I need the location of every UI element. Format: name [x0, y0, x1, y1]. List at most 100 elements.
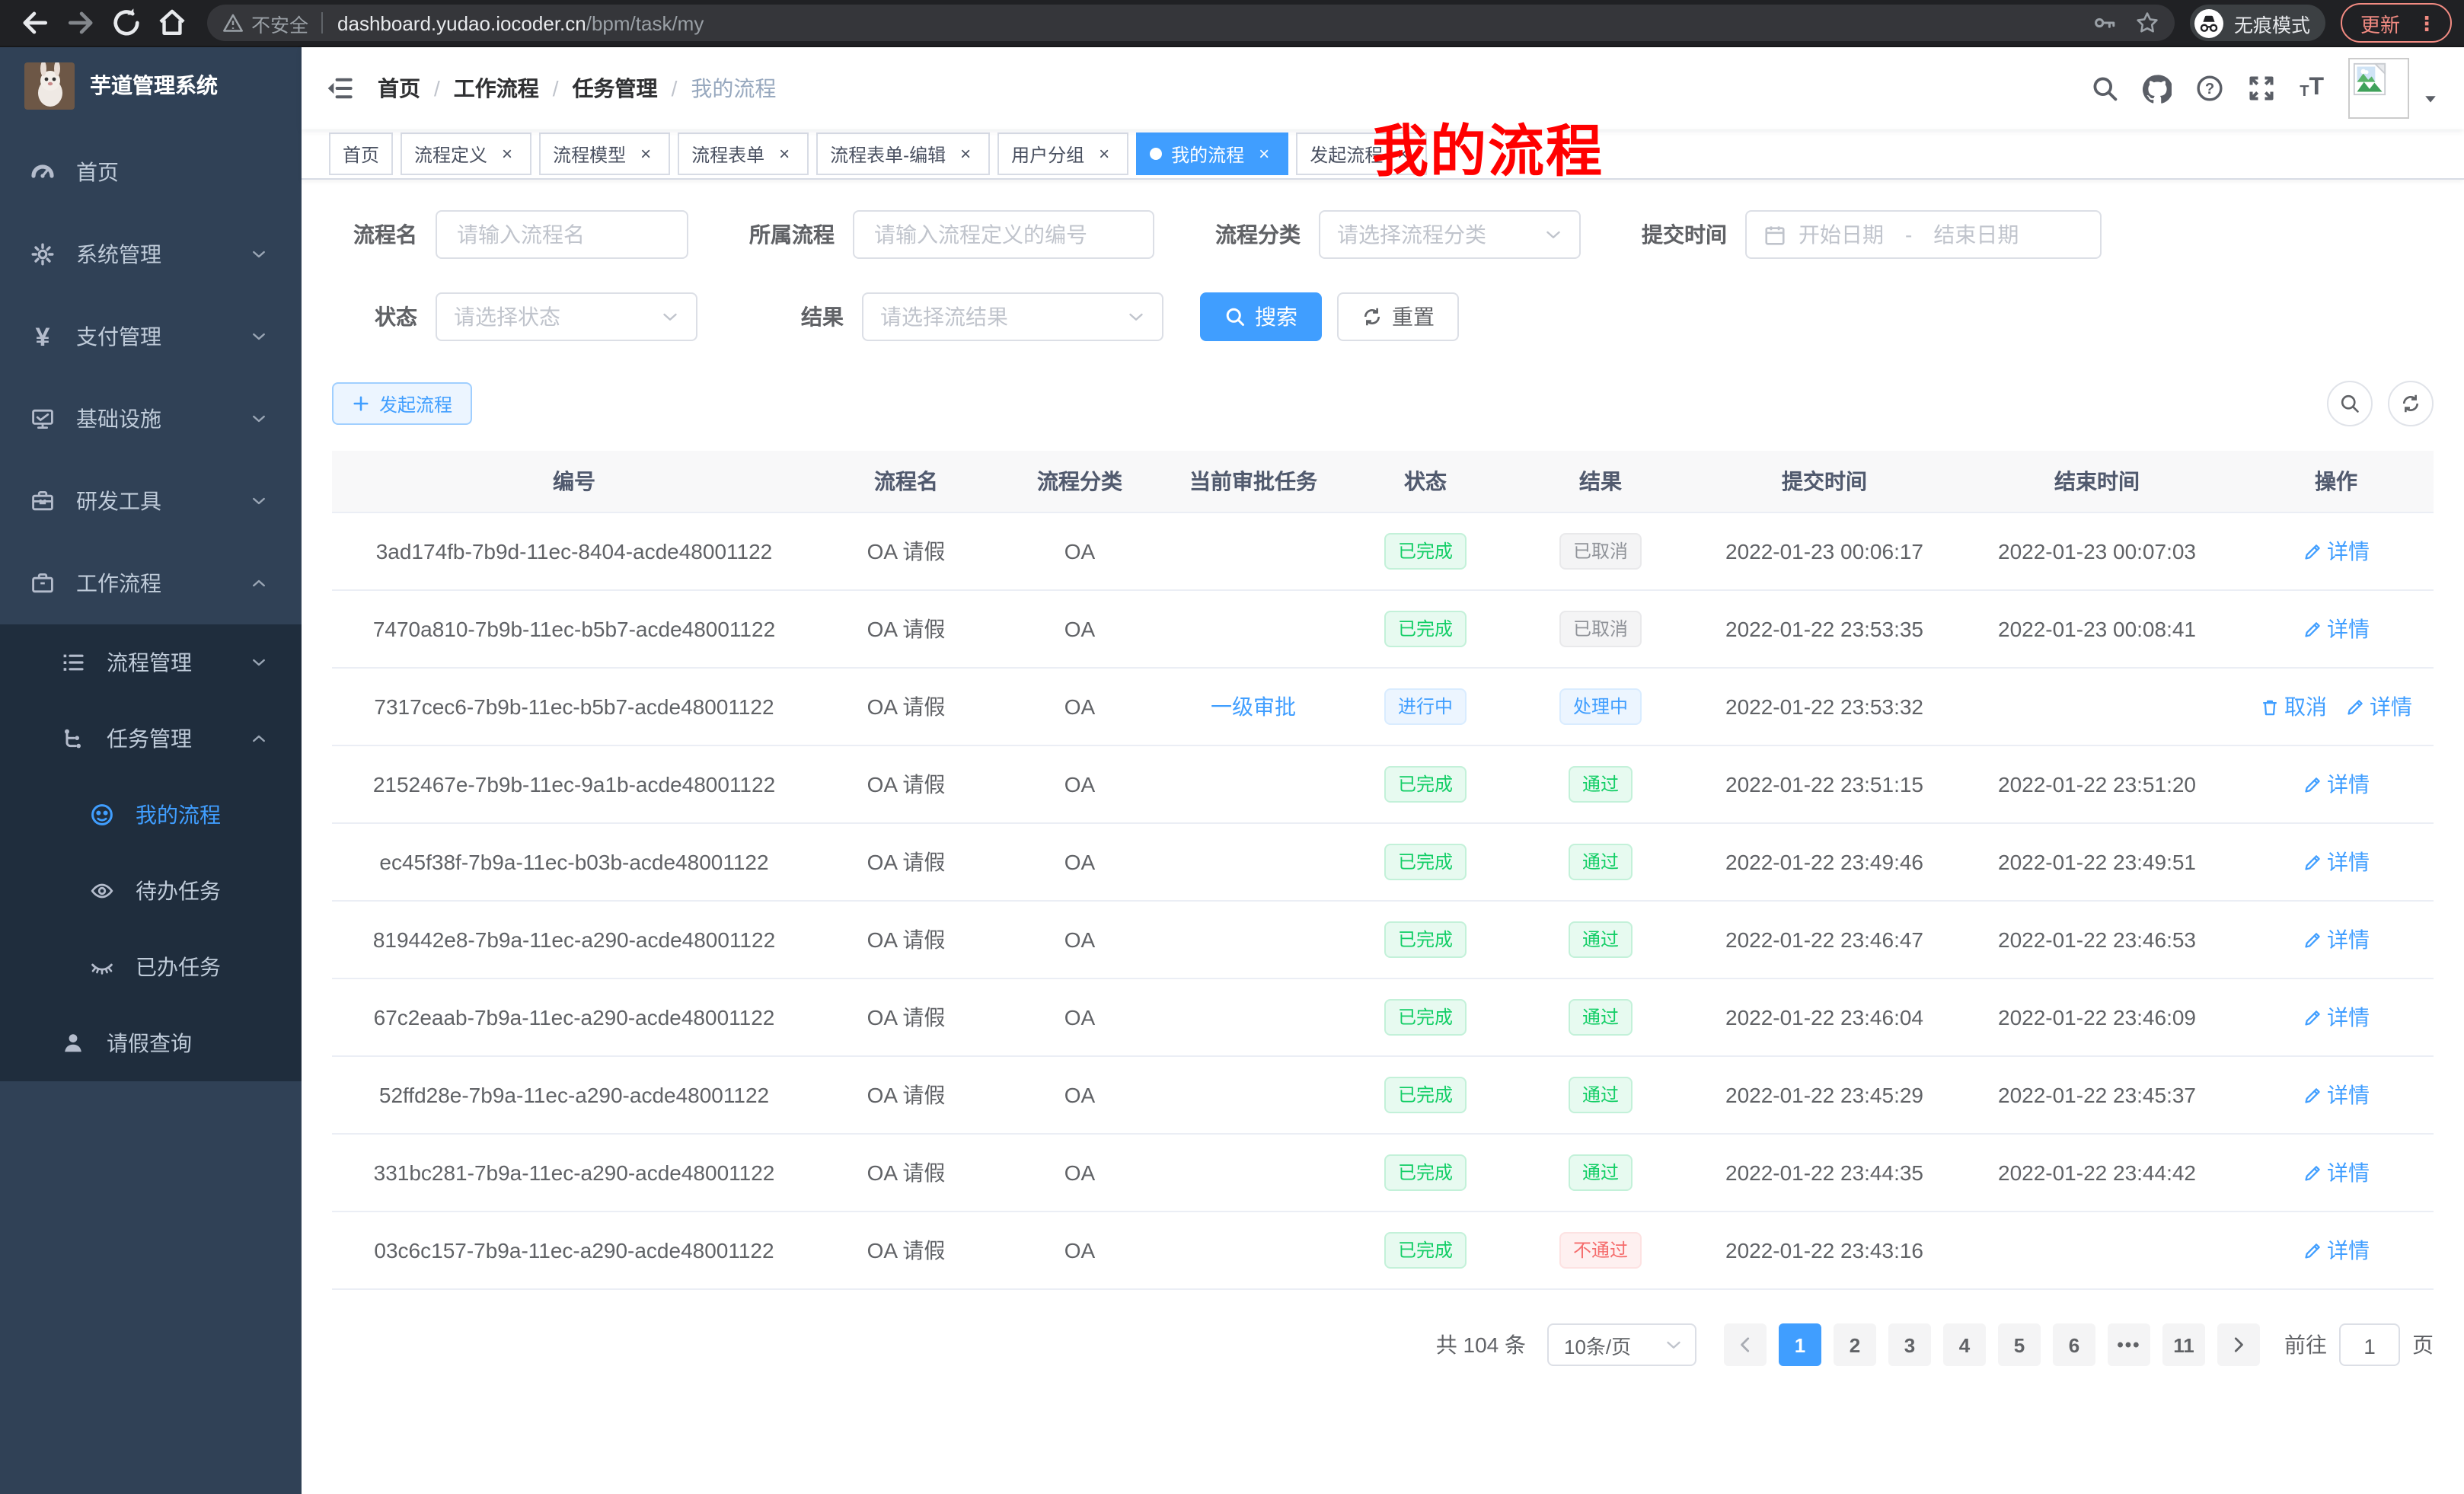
next-page-button[interactable] [2217, 1323, 2260, 1366]
reload-icon[interactable] [110, 6, 143, 40]
detail-link[interactable]: 详情 [2303, 847, 2370, 877]
total-count: 共 104 条 [1436, 1330, 1526, 1360]
cancel-link[interactable]: 取消 [2260, 691, 2327, 722]
font-size-icon[interactable]: TT [2300, 76, 2324, 101]
sidebar-item-label: 请假查询 [107, 1028, 302, 1058]
sidebar-item[interactable]: 工作流程 [0, 542, 302, 624]
breadcrumb-item[interactable]: 工作流程 [454, 73, 539, 104]
search-button[interactable]: 搜索 [1200, 292, 1322, 341]
tab-item[interactable]: 流程定义× [401, 132, 531, 175]
page-button[interactable]: 1 [1779, 1323, 1821, 1366]
submit-time-cell: 2022-01-22 23:53:32 [1693, 668, 1955, 745]
address-bar[interactable]: 不安全 dashboard.yudao.iocoder.cn/bpm/task/… [207, 5, 2175, 41]
reset-button[interactable]: 重置 [1337, 292, 1459, 341]
tab-active[interactable]: 我的流程× [1136, 132, 1288, 175]
sidebar-item[interactable]: 我的流程 [0, 777, 302, 853]
process-name-label: 流程名 [332, 219, 417, 250]
create-process-button[interactable]: 发起流程 [332, 382, 472, 425]
password-key-icon[interactable] [2092, 11, 2117, 35]
page-size-select[interactable]: 10条/页 [1547, 1323, 1696, 1366]
help-icon[interactable]: ? [2196, 75, 2223, 102]
row-actions: 详情 [2303, 1163, 2370, 1187]
page-button[interactable]: 4 [1943, 1323, 1986, 1366]
chrome-update-button[interactable]: 更新 ⋮ [2341, 3, 2452, 43]
detail-link[interactable]: 详情 [2303, 1002, 2370, 1033]
process-name-cell: OA 请假 [816, 823, 996, 901]
process-category-cell: OA [996, 1134, 1163, 1211]
status-select[interactable]: 请选择状态 [436, 292, 697, 341]
close-icon[interactable]: × [955, 143, 976, 164]
sidebar-item[interactable]: 首页 [0, 131, 302, 213]
detail-link[interactable]: 详情 [2303, 614, 2370, 644]
close-icon[interactable]: × [1093, 143, 1115, 164]
jump-page-input[interactable]: 1 [2339, 1323, 2400, 1366]
browser-menu-icon[interactable]: ⋮ [2412, 13, 2441, 33]
close-icon[interactable]: × [496, 143, 518, 164]
detail-link[interactable]: 详情 [2303, 1235, 2370, 1266]
tab-item[interactable]: 用户分组× [997, 132, 1128, 175]
close-icon[interactable]: × [774, 143, 795, 164]
chevron-down-icon[interactable] [2421, 90, 2440, 108]
bookmark-star-icon[interactable] [2135, 11, 2159, 35]
status-cell: 已完成 [1343, 978, 1508, 1056]
page-button[interactable]: 2 [1834, 1323, 1876, 1366]
tab-item[interactable]: 流程表单-编辑× [816, 132, 990, 175]
github-icon[interactable] [2143, 74, 2172, 103]
app-logo-row[interactable]: 芋道管理系统 [0, 47, 302, 123]
url-text[interactable]: dashboard.yudao.iocoder.cn/bpm/task/my [337, 11, 2074, 34]
page-button[interactable]: 5 [1998, 1323, 2041, 1366]
fullscreen-icon[interactable] [2248, 75, 2275, 102]
sidebar-item[interactable]: 研发工具 [0, 460, 302, 542]
table-body: 3ad174fb-7b9d-11ec-8404-acde48001122OA 请… [332, 512, 2434, 1289]
tab-item[interactable]: 流程表单× [678, 132, 809, 175]
date-separator: - [1905, 222, 1912, 247]
process-id-cell: 03c6c157-7b9a-11ec-a290-acde48001122 [332, 1211, 816, 1289]
sidebar-item[interactable]: 基础设施 [0, 378, 302, 460]
sidebar-collapse-icon[interactable] [326, 75, 353, 102]
page-button[interactable]: 11 [2162, 1323, 2205, 1366]
detail-link[interactable]: 详情 [2303, 1080, 2370, 1110]
detail-link[interactable]: 详情 [2303, 1157, 2370, 1188]
breadcrumb-item[interactable]: 任务管理 [573, 73, 658, 104]
page-button[interactable]: 3 [1888, 1323, 1931, 1366]
current-task-link[interactable]: 一级审批 [1211, 691, 1296, 722]
process-def-input[interactable] [853, 210, 1154, 259]
detail-link[interactable]: 详情 [2303, 536, 2370, 567]
chevron-down-icon [250, 245, 268, 263]
sidebar-item[interactable]: 系统管理 [0, 213, 302, 295]
sidebar-item[interactable]: 已办任务 [0, 929, 302, 1005]
more-pages-icon[interactable]: ••• [2108, 1323, 2150, 1366]
back-icon[interactable] [18, 6, 52, 40]
detail-link[interactable]: 详情 [2303, 769, 2370, 800]
category-select[interactable]: 请选择流程分类 [1319, 210, 1581, 259]
action-label: 详情 [2327, 924, 2370, 955]
prev-page-button[interactable] [1724, 1323, 1767, 1366]
action-label: 详情 [2327, 1157, 2370, 1188]
browser-window: 不安全 dashboard.yudao.iocoder.cn/bpm/task/… [0, 0, 2464, 1494]
submit-time-range-picker[interactable]: 开始日期 - 结束日期 [1745, 210, 2102, 259]
result-select[interactable]: 请选择流结果 [862, 292, 1163, 341]
detail-link[interactable]: 详情 [2303, 924, 2370, 955]
page-button[interactable]: 6 [2053, 1323, 2095, 1366]
process-name-input[interactable] [436, 210, 688, 259]
sidebar-item[interactable]: 任务管理 [0, 701, 302, 777]
sidebar-item[interactable]: 待办任务 [0, 853, 302, 929]
user-avatar-broken-image[interactable] [2348, 58, 2409, 119]
search-icon[interactable] [2091, 75, 2118, 102]
detail-link[interactable]: 详情 [2345, 691, 2412, 722]
result-badge: 通过 [1569, 766, 1633, 803]
tab-item[interactable]: 首页 [329, 132, 393, 175]
tab-item[interactable]: 流程模型× [539, 132, 670, 175]
forward-icon[interactable] [64, 6, 97, 40]
refresh-table-button[interactable] [2388, 381, 2434, 426]
close-icon[interactable]: × [635, 143, 656, 164]
home-icon[interactable] [155, 6, 189, 40]
close-icon[interactable]: × [1253, 143, 1275, 164]
sidebar-item[interactable]: 请假查询 [0, 1005, 302, 1081]
not-secure-warning-icon[interactable] [222, 12, 244, 34]
toggle-search-button[interactable] [2327, 381, 2373, 426]
chevron-right-icon [2229, 1336, 2248, 1354]
sidebar-item[interactable]: 流程管理 [0, 624, 302, 701]
breadcrumb-item[interactable]: 首页 [378, 73, 420, 104]
sidebar-item[interactable]: ¥支付管理 [0, 295, 302, 378]
